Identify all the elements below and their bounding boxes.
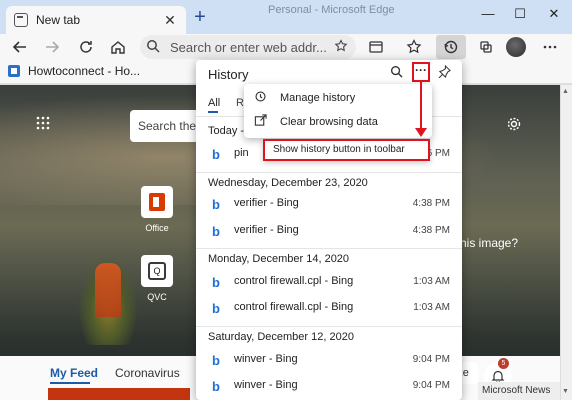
quicklink-qvc-label: QVC: [147, 292, 167, 302]
feed-tab-my-feed[interactable]: My Feed: [50, 366, 98, 380]
menu-item-show-history-button[interactable]: Show history button in toolbar: [263, 139, 430, 161]
page-scrollbar[interactable]: [560, 85, 572, 400]
history-date-header: Wednesday, December 23, 2020: [208, 177, 368, 189]
refresh-icon[interactable]: [76, 37, 96, 57]
address-bar[interactable]: Search or enter web addr...: [140, 35, 356, 59]
microsoft-news-label[interactable]: Microsoft News: [478, 382, 560, 400]
feed-tab-underline: [50, 382, 90, 384]
pin-history-icon[interactable]: [438, 64, 451, 81]
favorite-item-howtoconnect[interactable]: Howtoconnect - Ho...: [8, 64, 140, 78]
history-item[interactable]: b control firewall.cpl - Bing 1:03 AM: [196, 271, 462, 293]
page-settings-gear-icon[interactable]: [506, 116, 522, 137]
history-item-title: winver - Bing: [234, 379, 298, 391]
maximize-button[interactable]: ☐: [510, 6, 530, 24]
image-info-caption[interactable]: his image?: [460, 236, 518, 250]
history-more-options-button[interactable]: ···: [412, 62, 430, 82]
qvc-logo-icon: Q: [148, 262, 166, 280]
bing-icon: b: [212, 353, 220, 368]
history-item-title: winver - Bing: [234, 353, 298, 365]
annotation-arrow-head: [415, 128, 427, 137]
history-button[interactable]: [436, 35, 466, 59]
minimize-button[interactable]: —: [478, 6, 498, 24]
history-item-title: pin: [234, 147, 249, 159]
bing-icon: b: [212, 379, 220, 394]
add-favorite-icon[interactable]: [334, 38, 350, 56]
address-placeholder: Search or enter web addr...: [170, 39, 327, 55]
search-icon: [146, 39, 162, 55]
profile-avatar[interactable]: [506, 37, 526, 57]
menu-item-manage-history[interactable]: Manage history: [244, 87, 432, 109]
newtab-search-input[interactable]: Search the: [130, 110, 196, 142]
more-options-icon[interactable]: [540, 37, 560, 57]
new-tab-button[interactable]: +: [190, 7, 210, 28]
history-item-title: verifier - Bing: [234, 224, 299, 236]
close-window-button[interactable]: ✕: [544, 6, 564, 24]
menu-item-label: Manage history: [280, 92, 356, 104]
history-group-separator: [196, 172, 462, 173]
history-item-time: 9:04 PM: [412, 354, 450, 365]
collections-icon[interactable]: [366, 37, 386, 57]
bing-icon: b: [212, 224, 220, 239]
history-tab-underline: [208, 111, 218, 113]
tab-close-icon[interactable]: ✕: [162, 12, 178, 29]
favorites-icon[interactable]: [404, 37, 424, 57]
history-item-title: control firewall.cpl - Bing: [234, 301, 354, 313]
history-item[interactable]: b verifier - Bing 4:38 PM: [196, 193, 462, 215]
annotation-arrow-line: [420, 82, 422, 130]
site-favicon-icon: [8, 65, 20, 77]
tab-new-tab[interactable]: New tab ✕: [6, 6, 186, 34]
history-item-time: 4:38 PM: [412, 198, 450, 209]
bing-icon: b: [212, 275, 220, 290]
menu-item-label: Clear browsing data: [280, 116, 378, 128]
forward-arrow-icon[interactable]: [42, 37, 62, 57]
feed-tab-coronavirus[interactable]: Coronavirus: [115, 366, 180, 380]
home-icon[interactable]: [108, 37, 128, 57]
scroll-up-arrow-icon[interactable]: ▲: [562, 88, 569, 95]
bing-icon: b: [212, 197, 220, 212]
history-item[interactable]: b winver - Bing 9:04 PM: [196, 375, 462, 397]
history-item[interactable]: b control firewall.cpl - Bing 1:03 AM: [196, 297, 462, 319]
newtab-favicon-icon: [14, 13, 28, 27]
quicklink-office-label: Office: [145, 223, 169, 233]
bing-icon: b: [212, 147, 220, 162]
history-options-menu: Manage history Clear browsing data: [244, 84, 432, 138]
quicklink-office[interactable]: [141, 186, 173, 218]
history-panel-title: History: [208, 67, 249, 82]
history-item-time: 1:03 AM: [413, 276, 450, 287]
history-item-title: control firewall.cpl - Bing: [234, 275, 354, 287]
app-launcher-icon[interactable]: [36, 116, 50, 130]
extensions-icon[interactable]: [476, 37, 496, 57]
history-item-title: verifier - Bing: [234, 197, 299, 209]
history-item-time: 4:38 PM: [412, 225, 450, 236]
history-item[interactable]: b verifier - Bing 4:38 PM: [196, 220, 462, 242]
menu-item-clear-browsing-data[interactable]: Clear browsing data: [244, 111, 432, 133]
tab-title: New tab: [36, 13, 81, 27]
history-item[interactable]: b winver - Bing 9:04 PM: [196, 349, 462, 371]
history-icon: [254, 90, 270, 106]
history-group-separator: [196, 326, 462, 327]
back-arrow-icon[interactable]: [10, 37, 30, 57]
quicklink-qvc[interactable]: Q: [141, 255, 173, 287]
history-date-header: Saturday, December 12, 2020: [208, 331, 354, 343]
history-item-time: 1:03 AM: [413, 302, 450, 313]
feed-card-preview[interactable]: [48, 388, 190, 400]
scroll-down-arrow-icon[interactable]: ▼: [562, 388, 569, 395]
office-logo-icon: [149, 193, 165, 211]
window-title: Personal - Microsoft Edge: [268, 4, 395, 16]
bing-icon: b: [212, 301, 220, 316]
title-bar: New tab ✕ + Personal - Microsoft Edge — …: [0, 0, 572, 34]
history-search-icon[interactable]: [390, 65, 403, 81]
favorite-label: Howtoconnect - Ho...: [28, 64, 141, 78]
history-group-separator: [196, 248, 462, 249]
history-tab-all[interactable]: All: [208, 97, 220, 109]
history-item-time: 9:04 PM: [412, 380, 450, 391]
external-link-icon: [254, 114, 270, 130]
navigation-toolbar: Search or enter web addr...: [0, 34, 572, 60]
history-date-header: Monday, December 14, 2020: [208, 253, 350, 265]
background-flowers: [95, 263, 121, 317]
notification-count-badge: 5: [498, 358, 509, 369]
